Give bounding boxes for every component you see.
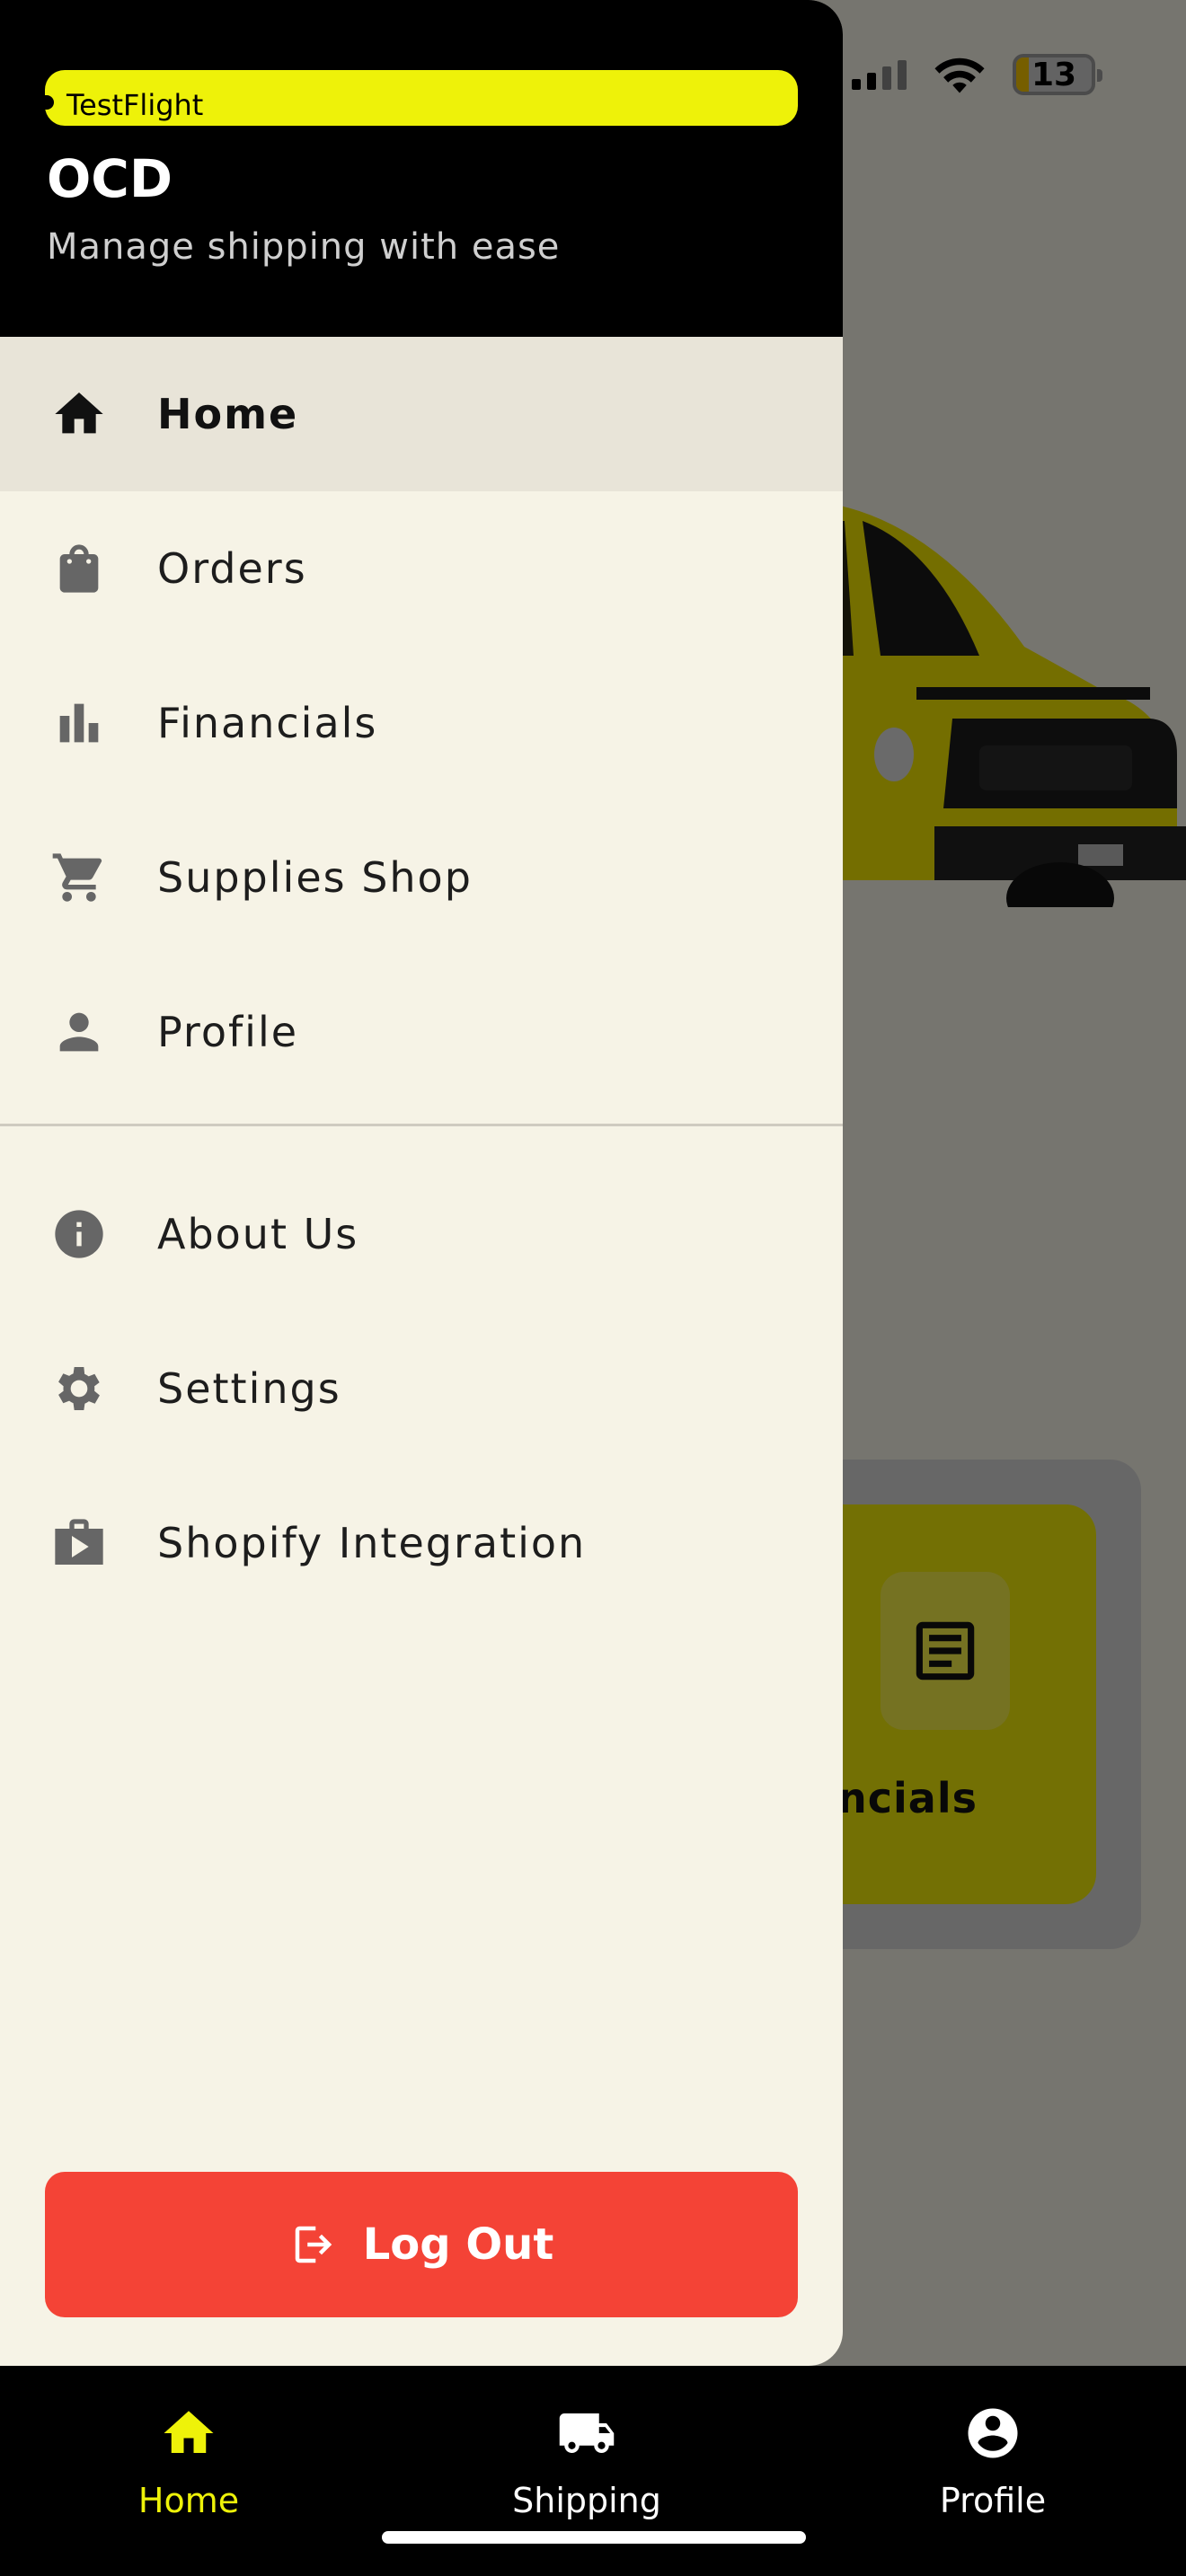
nav-tab-shipping[interactable]: Shipping	[497, 2366, 677, 2554]
gear-icon	[49, 1358, 110, 1419]
drawer-item-shopify-integration[interactable]: Shopify Integration	[0, 1466, 843, 1620]
cart-icon	[49, 847, 110, 908]
nav-tab-label: Shipping	[512, 2481, 661, 2520]
testflight-banner[interactable]: TestFlight	[45, 70, 798, 126]
nav-tab-profile[interactable]: Profile	[925, 2366, 1060, 2554]
drawer-item-label: Orders	[157, 544, 307, 593]
drawer-item-orders[interactable]: Orders	[0, 491, 843, 646]
drawer-item-profile[interactable]: Profile	[0, 955, 843, 1109]
app-subtitle: Manage shipping with ease	[47, 226, 561, 268]
nav-tab-home[interactable]: Home	[135, 2366, 243, 2554]
logout-icon	[295, 2226, 332, 2263]
drawer-item-supplies-shop[interactable]: Supplies Shop	[0, 800, 843, 955]
account-circle-icon	[968, 2408, 1018, 2458]
drawer-item-label: Home	[157, 390, 299, 438]
bar-chart-icon	[49, 693, 110, 754]
drawer-item-label: Profile	[157, 1008, 299, 1056]
drawer-item-label: Financials	[157, 699, 378, 747]
shop-play-icon	[49, 1513, 110, 1574]
drawer-item-settings[interactable]: Settings	[0, 1311, 843, 1466]
drawer-header: TestFlight OCD Manage shipping with ease	[0, 0, 843, 337]
drawer-item-label: Settings	[157, 1364, 341, 1413]
drawer-menu: Home Orders Financials Supplies Shop Pro…	[0, 337, 843, 1620]
drawer-item-about-us[interactable]: About Us	[0, 1157, 843, 1311]
nav-tab-label: Profile	[939, 2481, 1047, 2520]
drawer-item-home[interactable]: Home	[0, 337, 843, 491]
testflight-label: TestFlight	[66, 88, 204, 122]
home-indicator[interactable]	[382, 2531, 806, 2544]
nav-tab-label: Home	[137, 2481, 240, 2520]
logout-button[interactable]: Log Out	[45, 2172, 798, 2317]
logout-label: Log Out	[362, 2219, 554, 2270]
navigation-drawer: TestFlight OCD Manage shipping with ease…	[0, 0, 843, 2366]
truck-icon	[559, 2413, 615, 2453]
app-title: OCD	[47, 148, 173, 209]
back-arrow-icon	[45, 95, 54, 110]
drawer-item-financials[interactable]: Financials	[0, 646, 843, 800]
drawer-item-label: About Us	[157, 1210, 359, 1258]
info-icon	[49, 1204, 110, 1265]
home-icon	[49, 384, 110, 445]
bottom-navigation-bar: Home Shipping Profile	[0, 2366, 1186, 2576]
person-icon	[49, 1001, 110, 1063]
drawer-divider	[0, 1124, 843, 1126]
drawer-item-label: Supplies Shop	[157, 853, 473, 902]
drawer-item-label: Shopify Integration	[157, 1519, 587, 1567]
home-icon	[164, 2411, 214, 2453]
shopping-bag-icon	[49, 538, 110, 599]
app-screen: 13 ncials	[0, 0, 1186, 2576]
